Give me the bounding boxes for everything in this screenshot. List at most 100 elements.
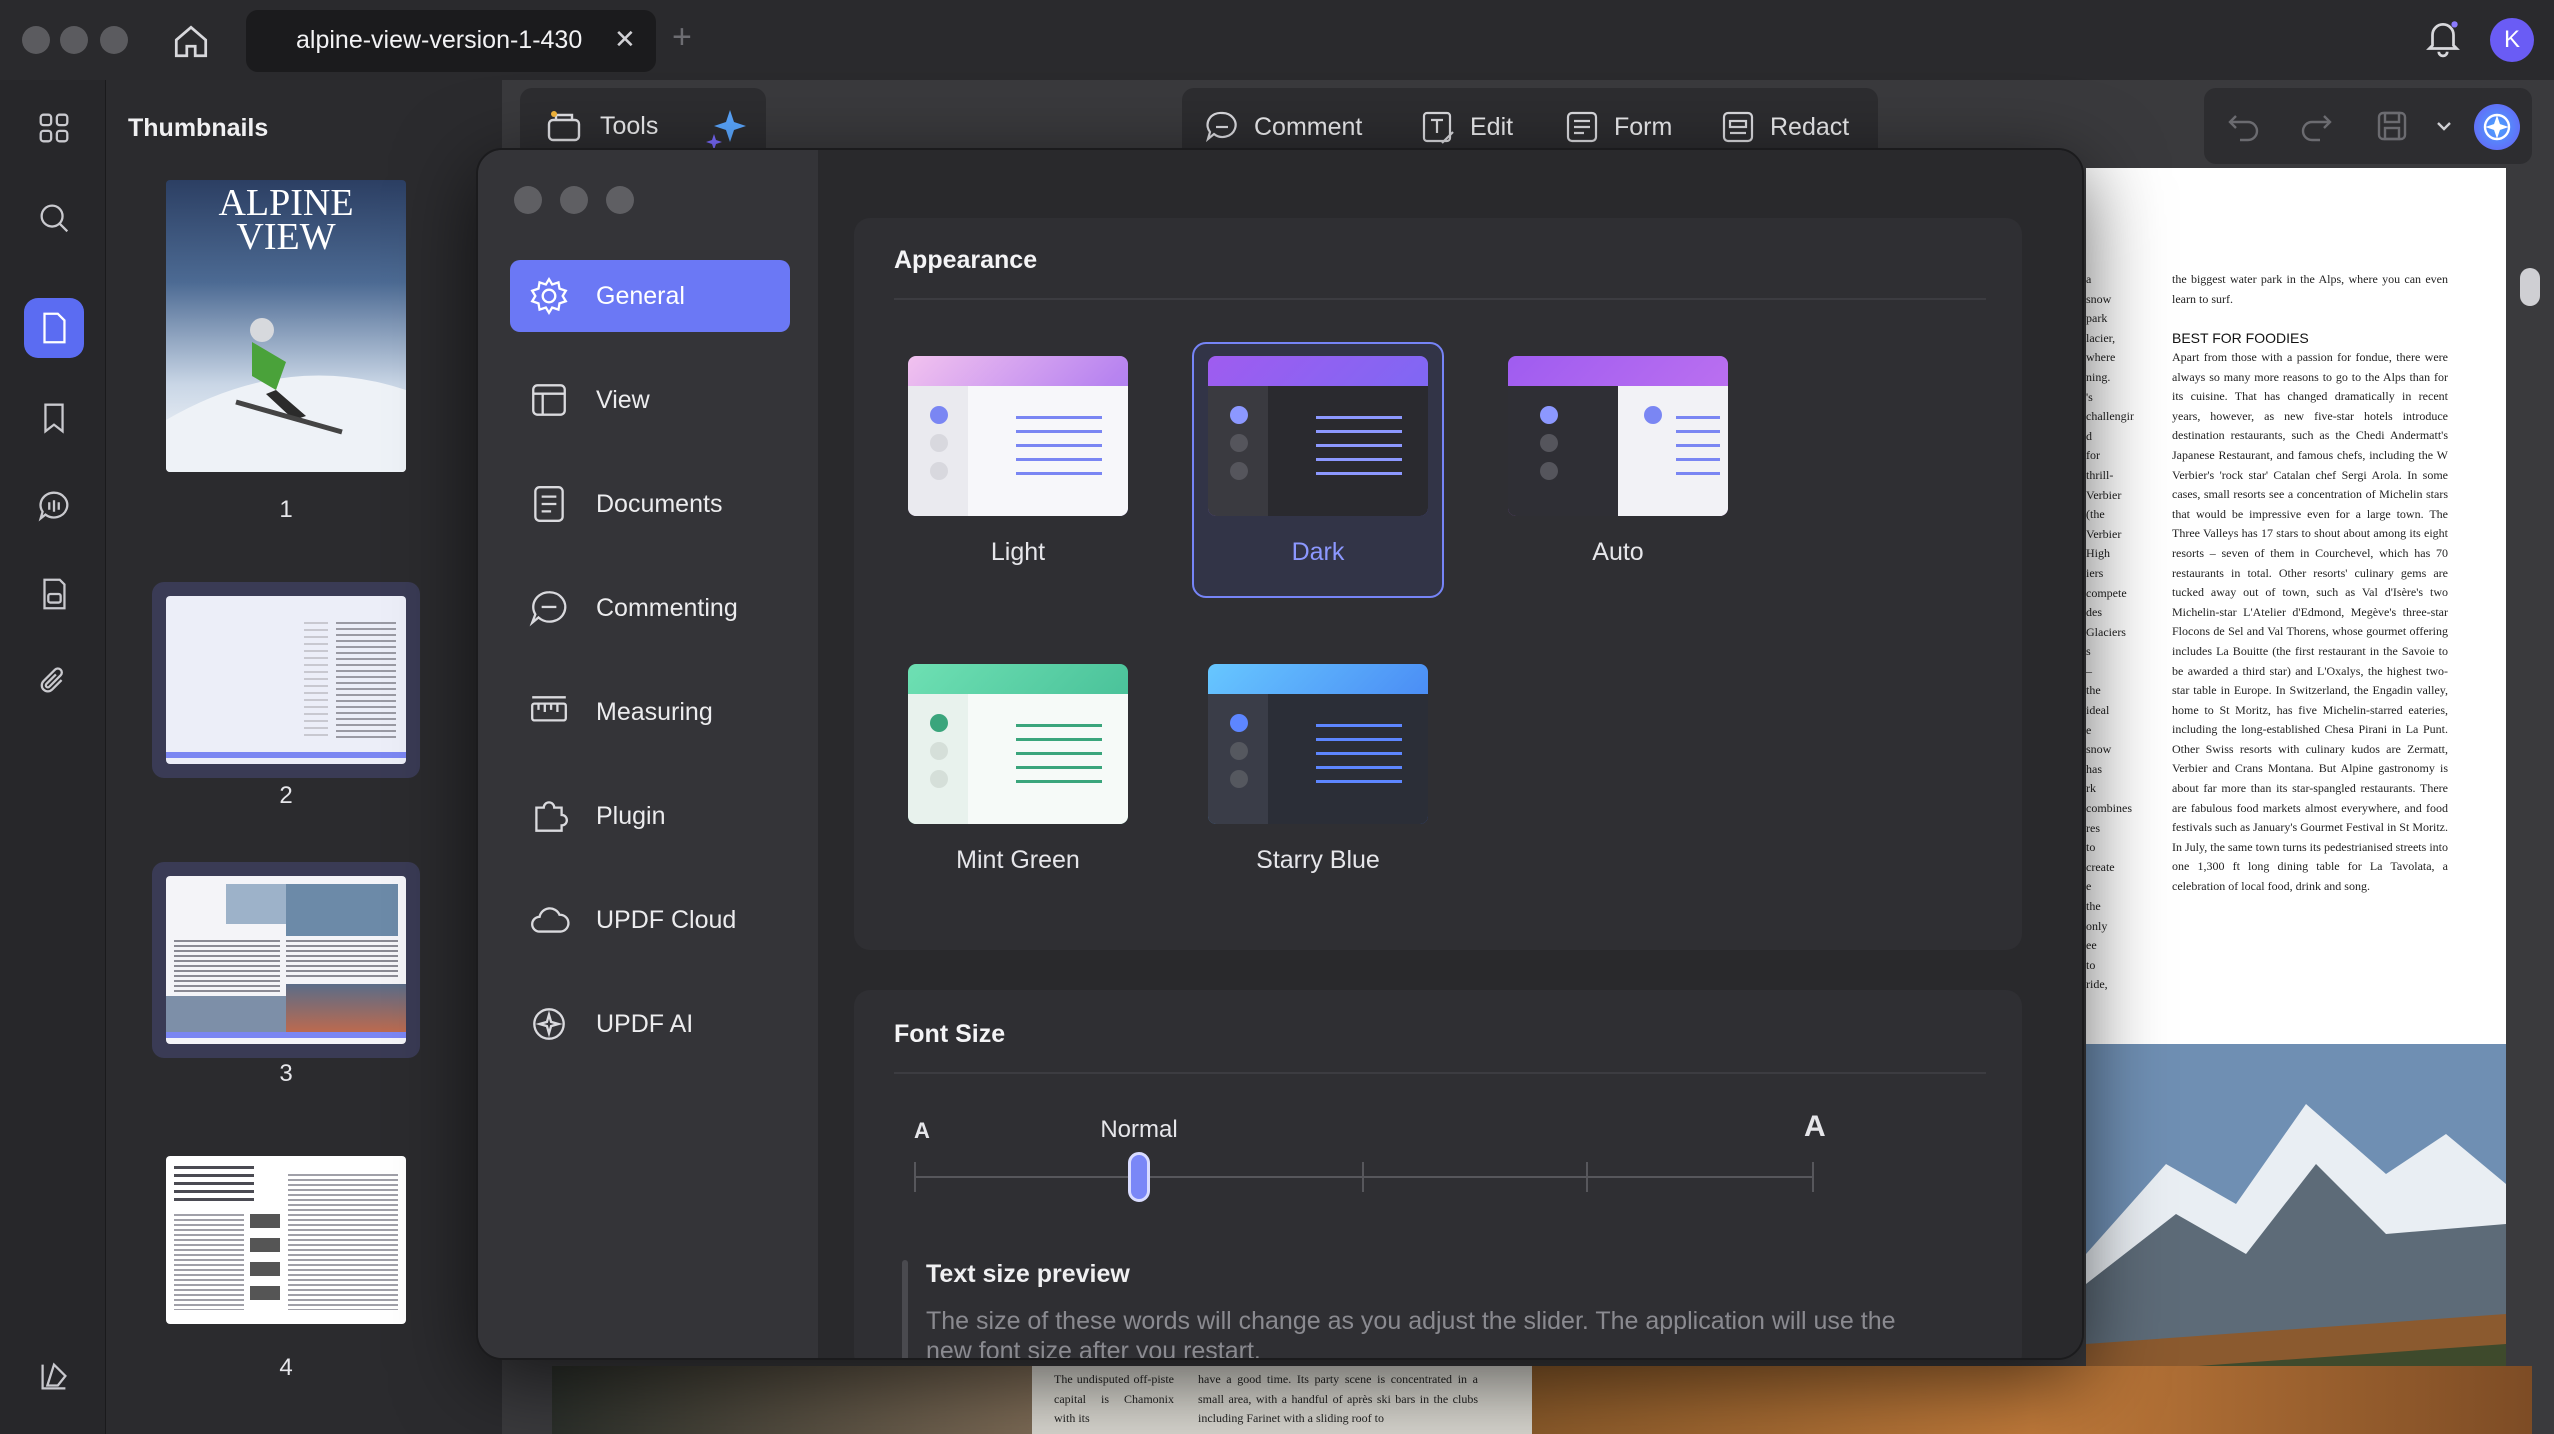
theme-auto[interactable]: Auto bbox=[1492, 342, 1744, 598]
large-font-label: A bbox=[1804, 1110, 1826, 1143]
page-number-1: 1 bbox=[279, 496, 293, 523]
close-window-button[interactable] bbox=[22, 26, 50, 54]
document-scrollbar[interactable] bbox=[2520, 268, 2540, 306]
library-icon[interactable] bbox=[24, 1346, 84, 1406]
thumbnails-title: Thumbnails bbox=[128, 114, 269, 142]
bookmark-icon[interactable] bbox=[24, 388, 84, 448]
tab-title: alpine-view-version-1-430 bbox=[296, 26, 583, 54]
new-tab-icon[interactable]: + bbox=[672, 18, 692, 57]
layout-icon bbox=[532, 384, 566, 416]
cover-thumbnail: ALPINE VIEW bbox=[166, 180, 406, 472]
edit-label: Edit bbox=[1470, 112, 1514, 141]
home-icon[interactable] bbox=[170, 20, 212, 62]
comment-label: Comment bbox=[1254, 112, 1363, 141]
comment-bubble-icon bbox=[529, 591, 567, 627]
thumbnails-panel: Thumbnails ALPINE VIEW 1 2 3 4 bbox=[106, 80, 502, 1434]
mint-theme-preview bbox=[908, 664, 1128, 824]
notification-bell-icon[interactable] bbox=[2422, 16, 2464, 58]
nav-commenting[interactable]: Commenting bbox=[510, 572, 790, 644]
thumbnail-page-1[interactable]: ALPINE VIEW 1 bbox=[152, 178, 420, 523]
paperclip-icon[interactable] bbox=[24, 652, 84, 712]
gear-icon bbox=[530, 276, 568, 316]
starry-blue-theme-preview bbox=[1208, 664, 1428, 824]
appearance-title: Appearance bbox=[894, 246, 1038, 274]
close-tab-icon[interactable]: ✕ bbox=[614, 24, 636, 55]
redact-mode-button[interactable]: Redact bbox=[1720, 110, 1849, 144]
theme-mint-green[interactable]: Mint Green bbox=[892, 650, 1144, 906]
save-options-chevron-icon[interactable] bbox=[2434, 108, 2454, 144]
font-size-section: Font Size A Normal A Text size preview T… bbox=[854, 990, 2022, 1360]
updf-ai-icon[interactable] bbox=[2474, 104, 2520, 150]
theme-mint-green-label: Mint Green bbox=[956, 846, 1080, 874]
history-toolbar bbox=[2204, 88, 2532, 164]
redact-label: Redact bbox=[1770, 112, 1850, 141]
avatar[interactable]: K bbox=[2490, 18, 2534, 62]
thumbnail-page-2[interactable]: 2 bbox=[152, 582, 420, 809]
nav-plugin[interactable]: Plugin bbox=[510, 780, 790, 852]
comment-icon bbox=[1205, 111, 1237, 143]
section-heading: BEST FOR FOODIES bbox=[2172, 330, 2309, 346]
title-bar: alpine-view-version-1-430 ✕ + K bbox=[0, 0, 2554, 80]
thumbnail-page-4[interactable]: 4 bbox=[152, 1148, 420, 1398]
tools-label[interactable]: Tools bbox=[600, 112, 658, 141]
preferences-dialog: General View Documents Commenting Measur… bbox=[476, 148, 2084, 1360]
page-number-3: 3 bbox=[279, 1060, 293, 1087]
preferences-content: Appearance Light Dark Auto Mint Green St… bbox=[818, 150, 2082, 1360]
skier-illustration bbox=[166, 318, 406, 472]
pdf-page-bottom: The undisputed off-piste capital is Cham… bbox=[552, 1366, 2532, 1434]
thumbnail-page-3[interactable]: 3 bbox=[152, 862, 420, 1087]
theme-dark[interactable]: Dark bbox=[1192, 342, 1444, 598]
search-icon[interactable] bbox=[24, 188, 84, 248]
app-window: alpine-view-version-1-430 ✕ + K Thumbnai… bbox=[0, 0, 2554, 1434]
small-font-label: A bbox=[914, 1118, 930, 1143]
ruler-icon bbox=[531, 696, 567, 722]
document-icon bbox=[534, 486, 564, 522]
zoom-window-button[interactable] bbox=[100, 26, 128, 54]
nav-updf-ai-label: UPDF AI bbox=[596, 1009, 694, 1038]
left-rail bbox=[0, 80, 106, 1434]
font-size-slider-track[interactable] bbox=[914, 1162, 1814, 1192]
thumbnails-page-icon[interactable] bbox=[24, 298, 84, 358]
theme-light[interactable]: Light bbox=[892, 342, 1144, 598]
nav-plugin-label: Plugin bbox=[596, 801, 666, 830]
current-font-size-label: Normal bbox=[1100, 1116, 1178, 1143]
theme-starry-blue[interactable]: Starry Blue bbox=[1192, 650, 1444, 906]
auto-theme-preview bbox=[1508, 356, 1728, 516]
redo-icon[interactable] bbox=[2298, 108, 2334, 144]
tools-icon[interactable] bbox=[544, 106, 584, 146]
font-size-slider-thumb[interactable] bbox=[1128, 1152, 1150, 1202]
ai-sparkle-icon[interactable] bbox=[704, 106, 748, 150]
form-mode-button[interactable]: Form bbox=[1564, 110, 1672, 144]
light-theme-preview bbox=[908, 356, 1128, 516]
apps-grid-icon[interactable] bbox=[24, 98, 84, 158]
nav-general[interactable]: General bbox=[510, 260, 790, 332]
theme-dark-label: Dark bbox=[1291, 538, 1345, 566]
dialog-zoom-button[interactable] bbox=[606, 186, 634, 214]
body-text: Apart from those with a passion for fond… bbox=[2172, 350, 2448, 894]
dialog-close-button[interactable] bbox=[514, 186, 542, 214]
nav-measuring[interactable]: Measuring bbox=[510, 676, 790, 748]
theme-starry-blue-label: Starry Blue bbox=[1256, 846, 1380, 874]
text-size-preview-title: Text size preview bbox=[926, 1260, 1130, 1288]
dark-theme-preview bbox=[1208, 356, 1428, 516]
text-size-preview-text: The size of these words will change as y… bbox=[926, 1307, 1896, 1360]
save-icon[interactable] bbox=[2374, 108, 2410, 144]
nav-updf-ai[interactable]: UPDF AI bbox=[510, 988, 790, 1060]
nav-documents[interactable]: Documents bbox=[510, 468, 790, 540]
nav-view[interactable]: View bbox=[510, 364, 790, 436]
page-number-2: 2 bbox=[279, 782, 293, 809]
minimize-window-button[interactable] bbox=[60, 26, 88, 54]
nav-measuring-label: Measuring bbox=[596, 697, 713, 726]
document-tab[interactable]: alpine-view-version-1-430 ✕ bbox=[246, 10, 656, 72]
edit-mode-button[interactable]: Edit bbox=[1420, 110, 1513, 144]
cloud-icon bbox=[531, 907, 570, 933]
comment-mode-button[interactable]: Comment bbox=[1204, 110, 1362, 144]
comments-icon[interactable] bbox=[24, 476, 84, 536]
page-4-preview bbox=[166, 1156, 406, 1324]
attachment-doc-icon[interactable] bbox=[24, 564, 84, 624]
puzzle-icon bbox=[535, 801, 568, 832]
dialog-minimize-button[interactable] bbox=[560, 186, 588, 214]
nav-updf-cloud[interactable]: UPDF Cloud bbox=[510, 884, 790, 956]
font-size-title: Font Size bbox=[894, 1020, 1006, 1048]
undo-icon[interactable] bbox=[2226, 108, 2262, 144]
